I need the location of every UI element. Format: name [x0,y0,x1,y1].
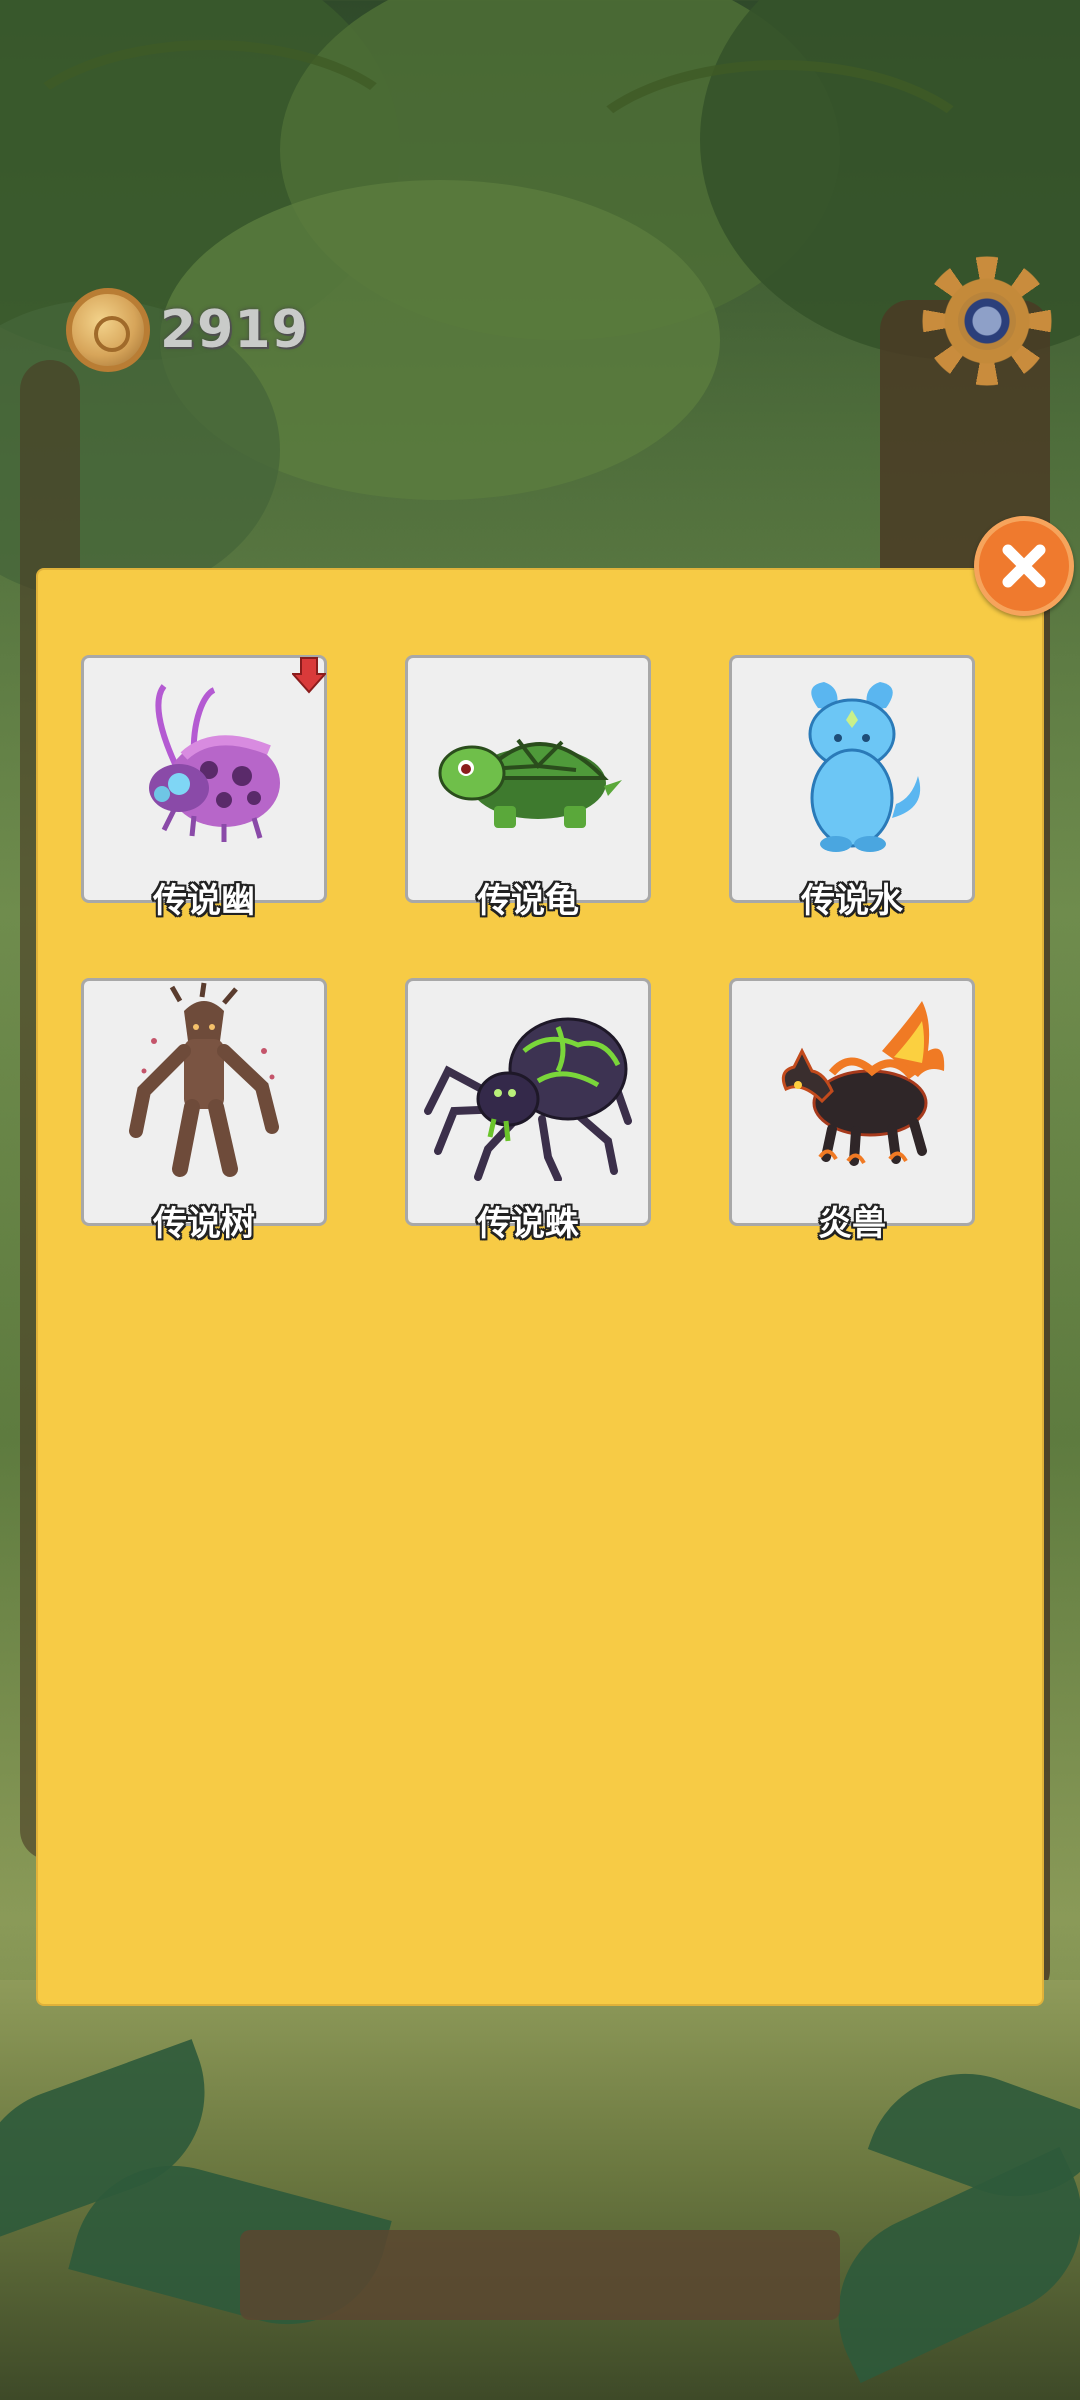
card-label: 传说树 [153,1204,255,1244]
card-label: 传说幽 [153,881,255,921]
close-button[interactable] [974,516,1074,616]
card-label: 传说蛛 [477,1204,579,1244]
card-label: 传说龟 [477,881,579,921]
card-treant[interactable]: 传说树 [81,978,327,1244]
settings-button[interactable] [958,292,1016,350]
card-spider[interactable]: 传说蛛 [405,978,651,1244]
treant-icon [129,982,279,1177]
gold-coin-icon [66,288,150,372]
card-label: 炎兽 [818,1204,886,1244]
card-green-turtle[interactable]: 传说龟 [405,655,651,921]
water-spirit-icon [808,682,921,852]
card-purple-beetle[interactable]: 传说幽 [81,655,327,921]
card-label: 传说水 [801,881,903,921]
card-water-spirit[interactable]: 传说水 [729,655,975,921]
card-flame-beast[interactable]: 炎兽 [729,978,975,1244]
coin-count: 2919 [160,300,309,360]
spider-icon [424,1017,632,1181]
purple-beetle-icon [149,684,280,842]
close-icon [1002,544,1046,588]
flame-beast-icon [781,1001,945,1166]
coin-counter: 2919 [66,288,309,372]
red-down-arrow-icon [292,657,326,694]
green-turtle-icon [438,738,622,828]
